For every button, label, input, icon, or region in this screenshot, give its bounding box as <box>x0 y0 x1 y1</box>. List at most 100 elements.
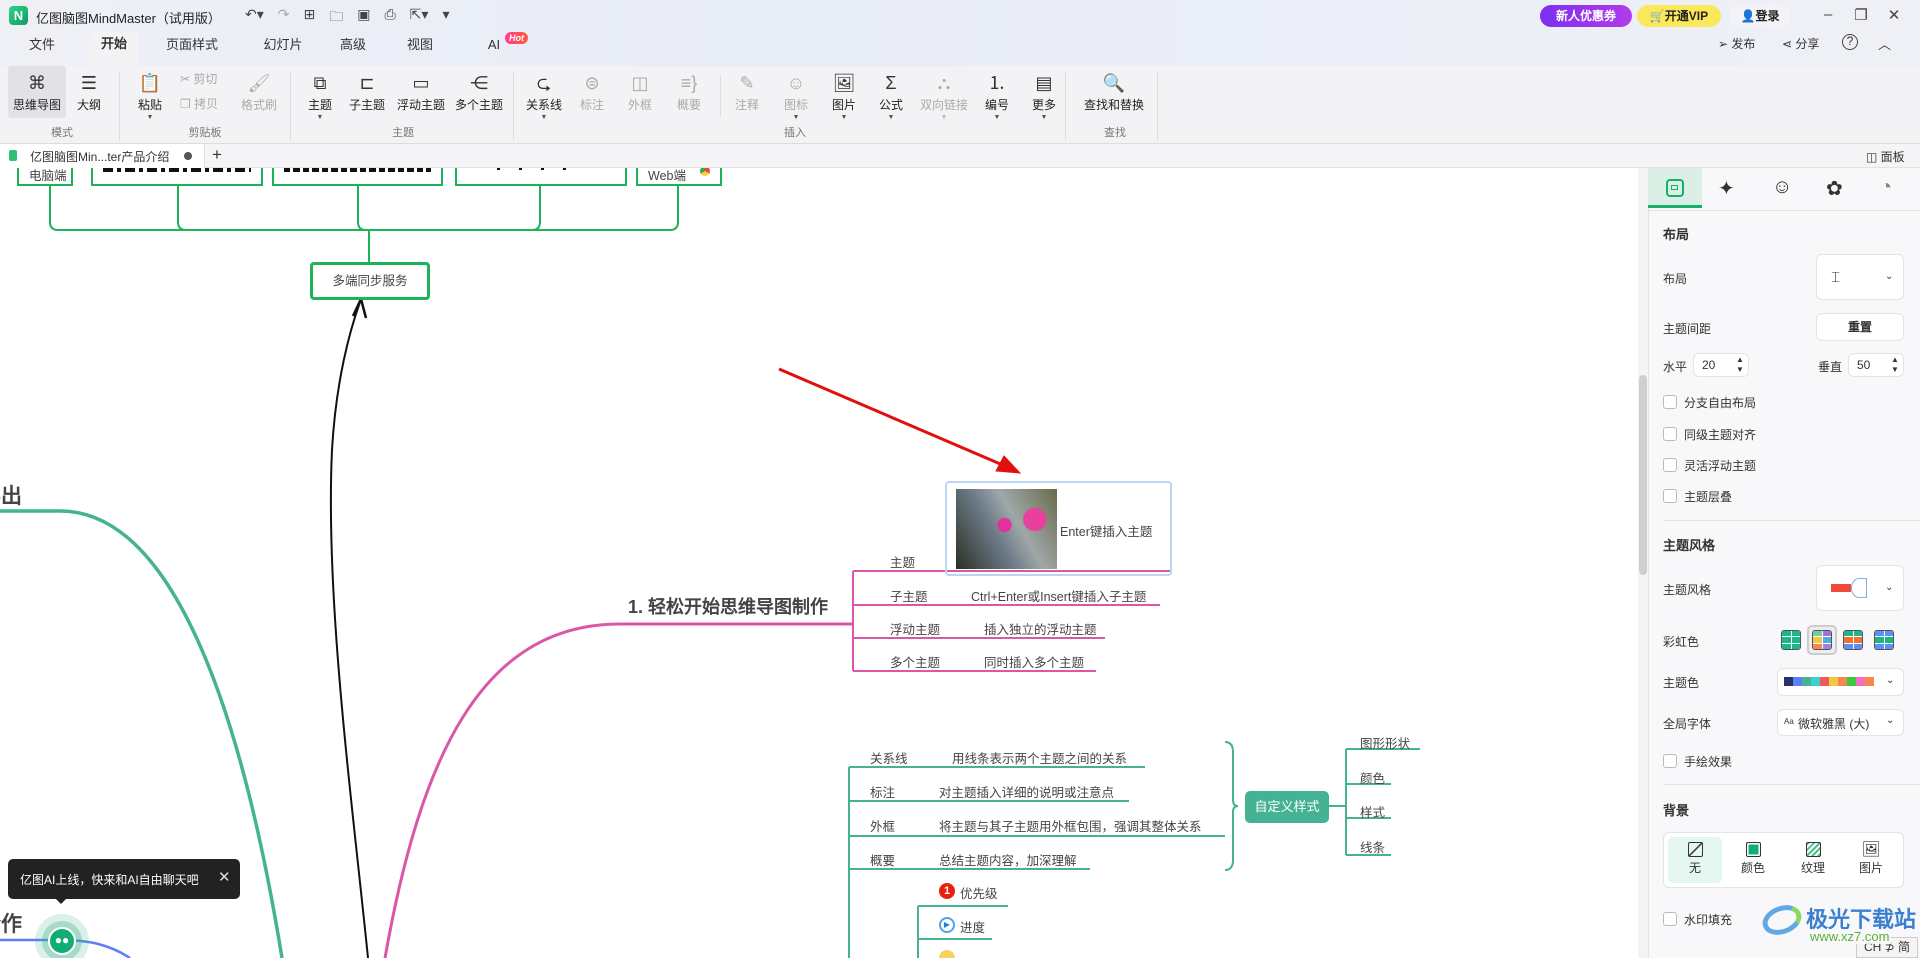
summary-button[interactable]: ≡} 概要 <box>661 66 717 113</box>
document-tab[interactable]: 亿图脑图Min...ter产品介绍 <box>0 144 205 168</box>
find-replace-button[interactable]: 🔍 查找和替换 <box>1079 66 1149 113</box>
note-button[interactable]: ✎ 注释 <box>719 66 775 113</box>
mindmap-mode-button[interactable]: ⌘ 思维导图 <box>9 66 65 113</box>
maximize-button[interactable]: ❐ <box>1851 6 1871 24</box>
panel-toggle-button[interactable]: ◫ 面板 <box>1866 148 1905 165</box>
style-row-label[interactable]: 关系线 <box>870 748 908 767</box>
custom-style-node[interactable]: 自定义样式 <box>1245 791 1329 823</box>
topic-row-label[interactable]: 主题 <box>890 552 915 571</box>
main-topic-1[interactable]: 1. 轻松开始思维导图制作 <box>628 593 828 619</box>
checkbox-watermark-fill[interactable] <box>1663 912 1677 926</box>
tab-slides[interactable]: 幻灯片 <box>251 34 314 56</box>
style-row-label[interactable]: 外框 <box>870 816 895 835</box>
stepper-icon[interactable]: ▲ ▼ <box>1891 355 1899 375</box>
minimize-button[interactable]: – <box>1818 6 1838 23</box>
tab-home[interactable]: 开始 <box>88 32 140 66</box>
collab-branch-title[interactable]: 合作 <box>0 908 22 938</box>
multiple-topics-button[interactable]: ⋲ 多个主题 <box>451 66 507 113</box>
floating-topic-button[interactable]: ▭ 浮动主题 <box>393 66 449 113</box>
qr-node[interactable] <box>272 168 443 186</box>
new-tab-button[interactable]: + <box>212 145 222 165</box>
mindmap-canvas[interactable]: 电脑端 Web端 多端同步服务 导出 合作 1. 轻松开始思维导图制作 Ente… <box>0 168 1638 958</box>
bg-option-image[interactable]: 🖼 图片 <box>1844 837 1898 883</box>
canvas-scrollbar-thumb[interactable] <box>1639 375 1647 575</box>
checkbox-free-layout[interactable] <box>1663 395 1677 409</box>
panel-tab-history-icon[interactable]: ◔ <box>1880 176 1892 199</box>
cut-button[interactable]: ✂ 剪切 <box>180 70 217 87</box>
print-icon[interactable]: ⎙ <box>384 6 395 30</box>
new-file-icon[interactable]: ⊞ <box>304 6 316 30</box>
unsaved-dot-icon[interactable] <box>184 152 192 160</box>
bilink-button[interactable]: ⛬ 双向链接 ▼ <box>916 66 972 123</box>
topic-row-desc[interactable]: Ctrl+Enter或Insert键插入子主题 <box>971 586 1146 605</box>
collapse-ribbon-icon[interactable]: ︿ <box>1878 34 1891 53</box>
rainbow-option-2[interactable] <box>1812 630 1832 650</box>
close-icon[interactable]: ✕ <box>218 868 231 886</box>
rainbow-option-3[interactable] <box>1843 630 1863 650</box>
tab-page-style[interactable]: 页面样式 <box>154 34 230 56</box>
topic-row-label[interactable]: 浮动主题 <box>890 619 940 638</box>
open-folder-icon[interactable]: 🗀 <box>329 6 343 30</box>
custom-style-child[interactable]: 图形形状 <box>1360 733 1410 752</box>
reset-button[interactable]: 重置 <box>1816 313 1904 341</box>
tab-advanced[interactable]: 高级 <box>328 34 378 56</box>
style-row-desc[interactable]: 用线条表示两个主题之间的关系 <box>952 748 1127 767</box>
custom-style-child[interactable]: 线条 <box>1360 837 1385 856</box>
vertical-spacing-input[interactable]: 50 ▲ ▼ <box>1848 353 1904 377</box>
undo-icon[interactable]: ↶▾ <box>245 6 264 30</box>
custom-style-child[interactable]: 颜色 <box>1360 768 1385 787</box>
stepper-icon[interactable]: ▲ ▼ <box>1736 355 1744 375</box>
style-row-desc[interactable]: 总结主题内容，加深理解 <box>939 850 1077 869</box>
qr-node[interactable] <box>91 168 263 186</box>
coupon-button[interactable]: 新人优惠券 <box>1540 5 1632 27</box>
panel-tab-marker-icon[interactable]: ☺ <box>1772 176 1792 199</box>
tab-view[interactable]: 视图 <box>395 34 445 56</box>
style-row-desc[interactable]: 对主题插入详细的说明或注意点 <box>939 782 1114 801</box>
checkbox-flexible-floating[interactable] <box>1663 458 1677 472</box>
topic-style-dropdown[interactable]: ⌄ <box>1816 565 1904 611</box>
checkbox-handdrawn[interactable] <box>1663 754 1677 768</box>
web-node[interactable]: Web端 <box>636 168 722 186</box>
style-row-label[interactable]: 标注 <box>870 782 895 801</box>
paste-button[interactable]: 📋 粘贴 ▼ <box>122 66 178 123</box>
bg-option-none[interactable]: 无 <box>1668 837 1722 883</box>
boundary-button[interactable]: ◫ 外框 <box>612 66 668 113</box>
rainbow-option-4[interactable] <box>1874 630 1894 650</box>
rainbow-option-1[interactable] <box>1781 630 1801 650</box>
horizontal-spacing-input[interactable]: 20 ▲ ▼ <box>1693 353 1749 377</box>
checkbox-align-siblings[interactable] <box>1663 427 1677 441</box>
topic-row-desc[interactable]: 同时插入多个主题 <box>984 652 1084 671</box>
theme-color-dropdown[interactable]: ⌄ <box>1777 668 1904 696</box>
redo-icon[interactable]: ↷ <box>278 6 290 30</box>
subtopic-button[interactable]: ⊏ 子主题 <box>339 66 395 113</box>
marker-row-label[interactable]: 优先级 <box>960 883 998 902</box>
bg-option-texture[interactable]: 纹理 <box>1786 837 1840 883</box>
share-button[interactable]: ⋖ 分享 <box>1782 35 1819 52</box>
format-painter-button[interactable]: 🖌 格式刷 <box>231 66 287 113</box>
marker-row-label[interactable]: 进度 <box>960 917 985 936</box>
style-row-desc[interactable]: 将主题与其子主题用外框包围，强调其整体关系 <box>939 816 1202 835</box>
panel-tab-clipart-icon[interactable]: ✿ <box>1826 176 1843 201</box>
save-icon[interactable]: ▣ <box>357 6 370 30</box>
topic-row-label[interactable]: 子主题 <box>890 586 928 605</box>
sync-service-node[interactable]: 多端同步服务 <box>310 262 430 300</box>
more-button[interactable]: ▤ 更多 ▼ <box>1016 66 1072 123</box>
export-branch-title[interactable]: 导出 <box>0 480 22 510</box>
publish-button[interactable]: ➢ 发布 <box>1718 35 1755 52</box>
login-button[interactable]: 👤登录 <box>1729 5 1791 27</box>
custom-style-child[interactable]: 样式 <box>1360 802 1385 821</box>
vip-button[interactable]: 🛒开通VIP <box>1637 5 1721 27</box>
formula-button[interactable]: Σ 公式 ▼ <box>863 66 919 123</box>
customize-quick-access-icon[interactable]: ▾ <box>442 6 449 30</box>
checkbox-topic-overlap[interactable] <box>1663 489 1677 503</box>
pc-node[interactable]: 电脑端 <box>17 168 73 186</box>
close-button[interactable]: ✕ <box>1884 6 1904 24</box>
copy-button[interactable]: ❐ 拷贝 <box>180 95 218 112</box>
topic-row-label[interactable]: 多个主题 <box>890 652 940 671</box>
bg-option-color[interactable]: 颜色 <box>1726 837 1780 883</box>
help-button[interactable]: ? <box>1842 34 1858 50</box>
outline-mode-button[interactable]: ☰ 大纲 <box>61 66 117 113</box>
topic-row-desc[interactable]: 插入独立的浮动主题 <box>984 619 1097 638</box>
style-row-label[interactable]: 概要 <box>870 850 895 869</box>
qr-node[interactable] <box>455 168 627 186</box>
